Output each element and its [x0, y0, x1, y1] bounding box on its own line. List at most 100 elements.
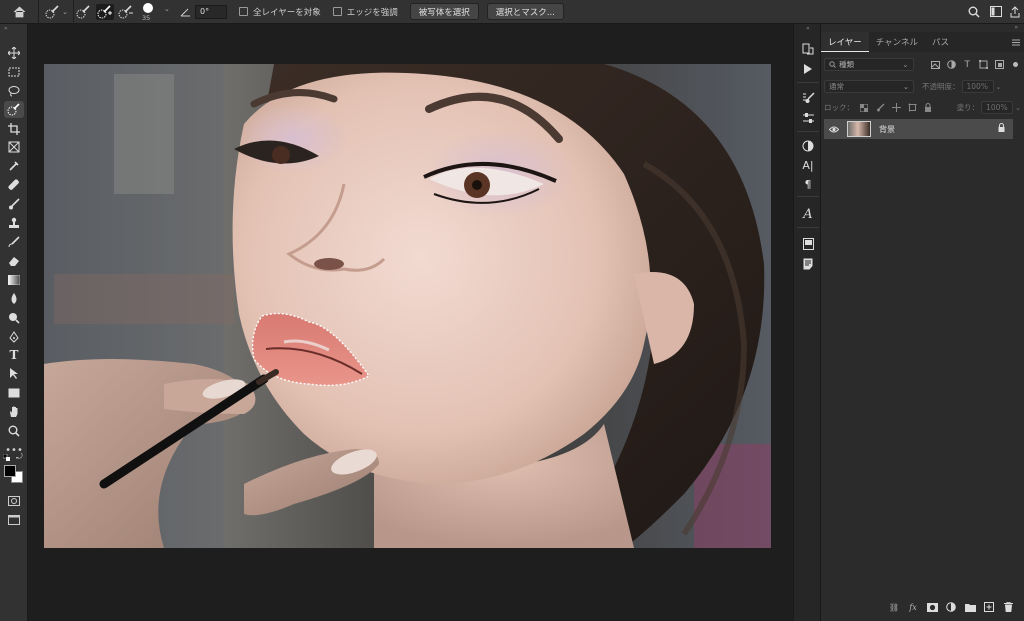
quick-mask-button[interactable]	[4, 492, 24, 509]
subtract-from-selection-button[interactable]	[117, 4, 135, 20]
rectangle-tool[interactable]	[4, 384, 24, 401]
enhance-edge-checkbox[interactable]: エッジを強調	[327, 0, 404, 24]
select-and-mask-button[interactable]: 選択とマスク...	[486, 3, 564, 20]
add-to-selection-button[interactable]	[96, 3, 114, 20]
fill-label: 塗り：	[956, 103, 980, 112]
dodge-tool[interactable]	[4, 309, 24, 326]
opacity-field[interactable]: 100%	[961, 80, 994, 93]
eraser-tool[interactable]	[4, 252, 24, 269]
swap-colors-icon[interactable]	[2, 453, 11, 462]
add-mask-button[interactable]	[926, 601, 938, 613]
collapse-arrows-icon[interactable]: »	[4, 25, 8, 32]
document-canvas[interactable]	[44, 64, 771, 548]
marquee-tool[interactable]	[4, 63, 24, 80]
path-selection-tool[interactable]	[4, 365, 24, 382]
layer-style-button[interactable]: fx	[907, 601, 919, 613]
panel-menu-button[interactable]	[1008, 32, 1024, 52]
glyphs-panel-button[interactable]: A	[798, 206, 818, 222]
link-layers-button[interactable]: ⛓	[888, 601, 900, 613]
paragraph-icon: ¶	[804, 177, 812, 191]
screen-mode-button[interactable]	[4, 511, 24, 528]
eyedropper-tool[interactable]	[4, 157, 24, 174]
layer-row-background[interactable]: 背景	[824, 119, 1013, 139]
collapse-arrows-icon[interactable]: »	[1014, 24, 1018, 31]
search-button[interactable]	[962, 0, 986, 24]
quick-selection-icon	[7, 103, 20, 116]
swap-arrow-icon[interactable]: ⤾	[16, 452, 23, 462]
filter-smart-object-icon[interactable]	[993, 59, 1005, 71]
blur-tool[interactable]	[4, 290, 24, 307]
history-brush-tool[interactable]	[4, 233, 24, 250]
paragraph-panel-button[interactable]: ¶	[798, 176, 818, 192]
delete-layer-button[interactable]	[1002, 601, 1014, 613]
lasso-icon	[8, 85, 20, 96]
angle-field[interactable]: 0°	[195, 4, 227, 19]
type-tool[interactable]: T	[4, 346, 24, 363]
brush-tip-icon	[143, 2, 153, 13]
new-group-button[interactable]	[964, 601, 976, 613]
brush-icon	[9, 197, 20, 209]
share-button[interactable]	[1006, 0, 1024, 24]
layer-visibility-toggle[interactable]	[824, 126, 844, 133]
select-subject-button[interactable]: 被写体を選択	[409, 3, 479, 20]
layer-filter-select[interactable]: 種類 ⌄	[824, 58, 914, 71]
gradient-tool[interactable]	[4, 271, 24, 288]
rectangle-icon	[8, 388, 20, 397]
type-icon: T	[9, 347, 19, 362]
lasso-tool[interactable]	[4, 82, 24, 99]
opacity-label: 不透明度：	[922, 82, 960, 91]
brush-picker[interactable]: 35 ⌄	[136, 0, 180, 24]
chevron-down-icon[interactable]: ⌄	[996, 83, 1002, 91]
clone-stamp-tool[interactable]	[4, 214, 24, 231]
tab-paths[interactable]: パス	[925, 32, 956, 52]
fill-field[interactable]: 100%	[981, 101, 1014, 114]
quick-selection-tool[interactable]	[4, 101, 24, 118]
crop-tool[interactable]	[4, 120, 24, 137]
tab-layers[interactable]: レイヤー	[821, 32, 869, 52]
history-panel-button[interactable]	[798, 41, 818, 57]
filter-type-icon[interactable]: T	[961, 59, 973, 71]
workspace-button[interactable]	[986, 0, 1006, 24]
move-tool[interactable]	[4, 44, 24, 61]
lock-artboard-icon[interactable]	[906, 102, 918, 114]
chevron-down-icon[interactable]: ⌄	[1015, 104, 1021, 112]
lock-image-icon[interactable]	[874, 102, 886, 114]
filter-shape-icon[interactable]	[977, 59, 989, 71]
brush-tool[interactable]	[4, 195, 24, 212]
new-adjustment-layer-button[interactable]	[945, 601, 957, 613]
adjustments-icon	[802, 113, 814, 123]
actions-panel-button[interactable]	[798, 61, 818, 77]
history-icon	[802, 43, 814, 55]
new-selection-button[interactable]	[75, 4, 93, 20]
color-panel-button[interactable]	[798, 138, 818, 154]
blur-icon	[11, 292, 17, 304]
zoom-tool[interactable]	[4, 422, 24, 439]
filter-pixel-icon[interactable]	[929, 59, 941, 71]
frame-tool[interactable]	[4, 138, 24, 155]
filter-adjustment-icon[interactable]	[945, 59, 957, 71]
adjustments-panel-button[interactable]	[798, 110, 818, 126]
lock-position-icon[interactable]	[890, 102, 902, 114]
filter-toggle-icon[interactable]	[1009, 59, 1021, 71]
lock-transparent-icon[interactable]	[858, 102, 870, 114]
pen-tool[interactable]	[4, 328, 24, 345]
lock-all-icon[interactable]	[922, 102, 934, 114]
collapse-arrows-icon[interactable]: «	[806, 25, 810, 32]
healing-brush-icon	[8, 178, 19, 190]
libraries-panel-button[interactable]	[798, 236, 818, 252]
blend-mode-select[interactable]: 通常 ⌄	[824, 80, 914, 93]
hand-tool[interactable]	[4, 403, 24, 420]
brush-settings-panel-button[interactable]	[798, 90, 818, 106]
character-panel-button[interactable]: A|	[798, 157, 818, 173]
tab-channels[interactable]: チャンネル	[869, 32, 925, 52]
healing-brush-tool[interactable]	[4, 176, 24, 193]
tool-preset-picker[interactable]: ⌄	[39, 0, 73, 24]
link-icon: ⛓	[888, 602, 900, 612]
new-layer-button[interactable]	[983, 601, 995, 613]
notes-panel-button[interactable]	[798, 256, 818, 272]
sample-all-layers-checkbox[interactable]: 全レイヤーを対象	[233, 0, 327, 24]
tools-panel: » T ••• ⤾	[0, 24, 28, 621]
home-button[interactable]	[0, 0, 38, 24]
eye-icon	[829, 126, 839, 132]
foreground-color-swatch[interactable]	[4, 465, 16, 477]
